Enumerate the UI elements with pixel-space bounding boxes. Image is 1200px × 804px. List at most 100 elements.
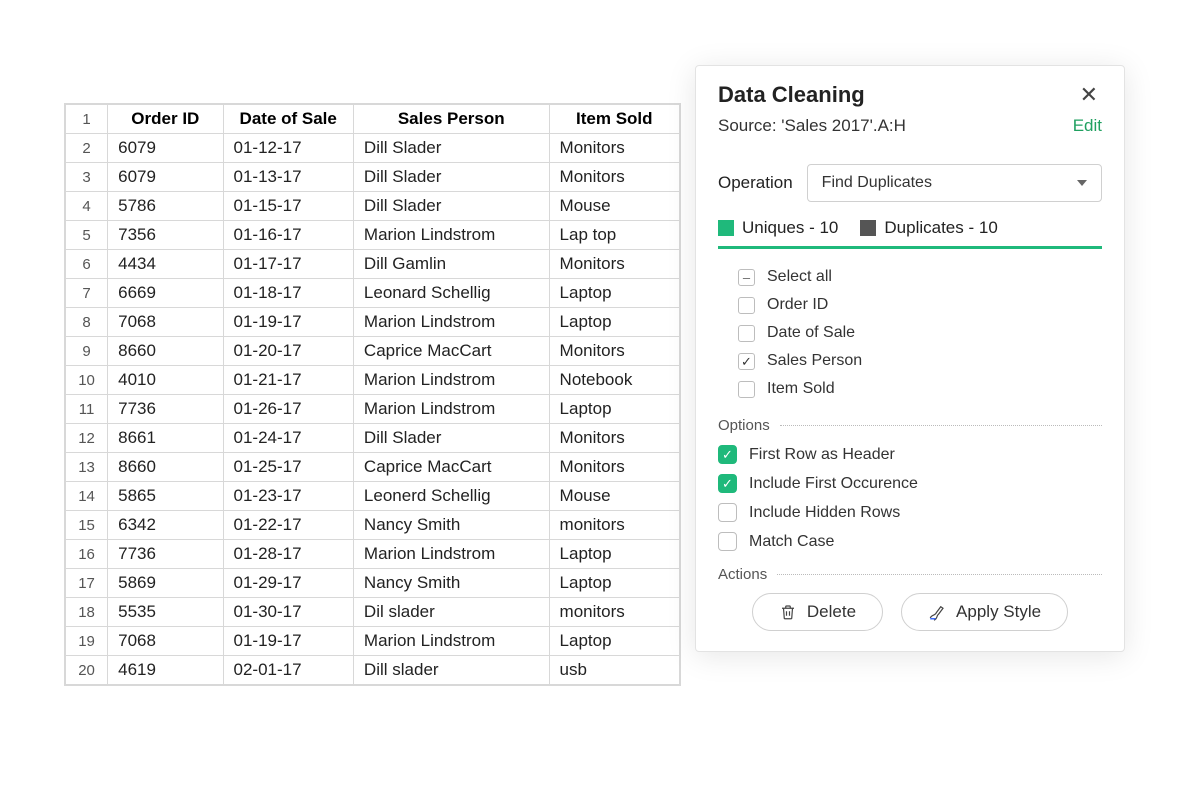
cell[interactable]: 4619: [108, 656, 223, 685]
cell[interactable]: 01-23-17: [223, 482, 353, 511]
row-number[interactable]: 20: [66, 656, 108, 685]
cell[interactable]: Leonard Schellig: [353, 279, 549, 308]
cell[interactable]: Monitors: [549, 424, 679, 453]
cell[interactable]: Mouse: [549, 192, 679, 221]
cell[interactable]: Laptop: [549, 569, 679, 598]
column-check-item[interactable]: Order ID: [738, 291, 1102, 319]
cell[interactable]: 01-21-17: [223, 366, 353, 395]
row-number[interactable]: 3: [66, 163, 108, 192]
cell[interactable]: Laptop: [549, 308, 679, 337]
option-item[interactable]: First Row as Header: [718, 440, 1102, 469]
row-number[interactable]: 9: [66, 337, 108, 366]
cell[interactable]: Marion Lindstrom: [353, 308, 549, 337]
cell[interactable]: Monitors: [549, 163, 679, 192]
cell[interactable]: 7068: [108, 308, 223, 337]
row-number[interactable]: 17: [66, 569, 108, 598]
row-number[interactable]: 18: [66, 598, 108, 627]
cell[interactable]: Mouse: [549, 482, 679, 511]
cell[interactable]: Laptop: [549, 395, 679, 424]
cell[interactable]: Marion Lindstrom: [353, 395, 549, 424]
cell[interactable]: Dil slader: [353, 598, 549, 627]
row-number[interactable]: 13: [66, 453, 108, 482]
cell[interactable]: Dill slader: [353, 656, 549, 685]
cell[interactable]: 01-26-17: [223, 395, 353, 424]
cell[interactable]: 7356: [108, 221, 223, 250]
cell[interactable]: Notebook: [549, 366, 679, 395]
row-number[interactable]: 14: [66, 482, 108, 511]
cell[interactable]: 01-22-17: [223, 511, 353, 540]
cell[interactable]: Monitors: [549, 453, 679, 482]
cell[interactable]: 8661: [108, 424, 223, 453]
column-header[interactable]: Date of Sale: [223, 105, 353, 134]
cell[interactable]: Monitors: [549, 134, 679, 163]
cell[interactable]: Nancy Smith: [353, 569, 549, 598]
edit-source-link[interactable]: Edit: [1073, 116, 1102, 136]
cell[interactable]: 7736: [108, 395, 223, 424]
row-number[interactable]: 5: [66, 221, 108, 250]
cell[interactable]: 01-18-17: [223, 279, 353, 308]
checkbox-icon[interactable]: [738, 297, 755, 314]
cell[interactable]: 5535: [108, 598, 223, 627]
cell[interactable]: 02-01-17: [223, 656, 353, 685]
cell[interactable]: 7068: [108, 627, 223, 656]
column-header[interactable]: Sales Person: [353, 105, 549, 134]
cell[interactable]: 6079: [108, 163, 223, 192]
operation-select[interactable]: Find Duplicates: [807, 164, 1102, 202]
cell[interactable]: 01-30-17: [223, 598, 353, 627]
checkbox-icon[interactable]: [718, 445, 737, 464]
row-number[interactable]: 7: [66, 279, 108, 308]
column-check-item[interactable]: Date of Sale: [738, 319, 1102, 347]
cell[interactable]: 4434: [108, 250, 223, 279]
cell[interactable]: 6342: [108, 511, 223, 540]
cell[interactable]: 01-12-17: [223, 134, 353, 163]
cell[interactable]: 01-20-17: [223, 337, 353, 366]
checkbox-icon[interactable]: [738, 381, 755, 398]
checkbox-icon[interactable]: [718, 503, 737, 522]
cell[interactable]: Marion Lindstrom: [353, 627, 549, 656]
cell[interactable]: Marion Lindstrom: [353, 366, 549, 395]
cell[interactable]: Monitors: [549, 250, 679, 279]
checkbox-icon[interactable]: [738, 325, 755, 342]
cell[interactable]: 8660: [108, 453, 223, 482]
row-number[interactable]: 10: [66, 366, 108, 395]
cell[interactable]: Dill Slader: [353, 192, 549, 221]
row-number[interactable]: 15: [66, 511, 108, 540]
cell[interactable]: 7736: [108, 540, 223, 569]
cell[interactable]: 5869: [108, 569, 223, 598]
row-number[interactable]: 2: [66, 134, 108, 163]
cell[interactable]: Dill Slader: [353, 424, 549, 453]
cell[interactable]: Marion Lindstrom: [353, 540, 549, 569]
cell[interactable]: 6669: [108, 279, 223, 308]
cell[interactable]: Lap top: [549, 221, 679, 250]
cell[interactable]: Laptop: [549, 540, 679, 569]
cell[interactable]: Caprice MacCart: [353, 453, 549, 482]
cell[interactable]: Nancy Smith: [353, 511, 549, 540]
cell[interactable]: 8660: [108, 337, 223, 366]
option-item[interactable]: Include First Occurence: [718, 469, 1102, 498]
cell[interactable]: Caprice MacCart: [353, 337, 549, 366]
cell[interactable]: Dill Slader: [353, 163, 549, 192]
cell[interactable]: 01-13-17: [223, 163, 353, 192]
column-header[interactable]: Order ID: [108, 105, 223, 134]
checkbox-icon[interactable]: [718, 532, 737, 551]
cell[interactable]: Marion Lindstrom: [353, 221, 549, 250]
column-check-item[interactable]: Select all: [738, 263, 1102, 291]
cell[interactable]: 01-19-17: [223, 308, 353, 337]
checkbox-icon[interactable]: [738, 353, 755, 370]
column-check-item[interactable]: Sales Person: [738, 347, 1102, 375]
column-check-item[interactable]: Item Sold: [738, 375, 1102, 403]
checkbox-icon[interactable]: [718, 474, 737, 493]
apply-style-button[interactable]: Apply Style: [901, 593, 1068, 631]
cell[interactable]: Laptop: [549, 279, 679, 308]
row-number[interactable]: 19: [66, 627, 108, 656]
column-header[interactable]: Item Sold: [549, 105, 679, 134]
row-number[interactable]: 11: [66, 395, 108, 424]
cell[interactable]: monitors: [549, 511, 679, 540]
row-number[interactable]: 8: [66, 308, 108, 337]
cell[interactable]: 01-19-17: [223, 627, 353, 656]
row-number[interactable]: 4: [66, 192, 108, 221]
cell[interactable]: 01-29-17: [223, 569, 353, 598]
checkbox-icon[interactable]: [738, 269, 755, 286]
cell[interactable]: 01-16-17: [223, 221, 353, 250]
cell[interactable]: Laptop: [549, 627, 679, 656]
